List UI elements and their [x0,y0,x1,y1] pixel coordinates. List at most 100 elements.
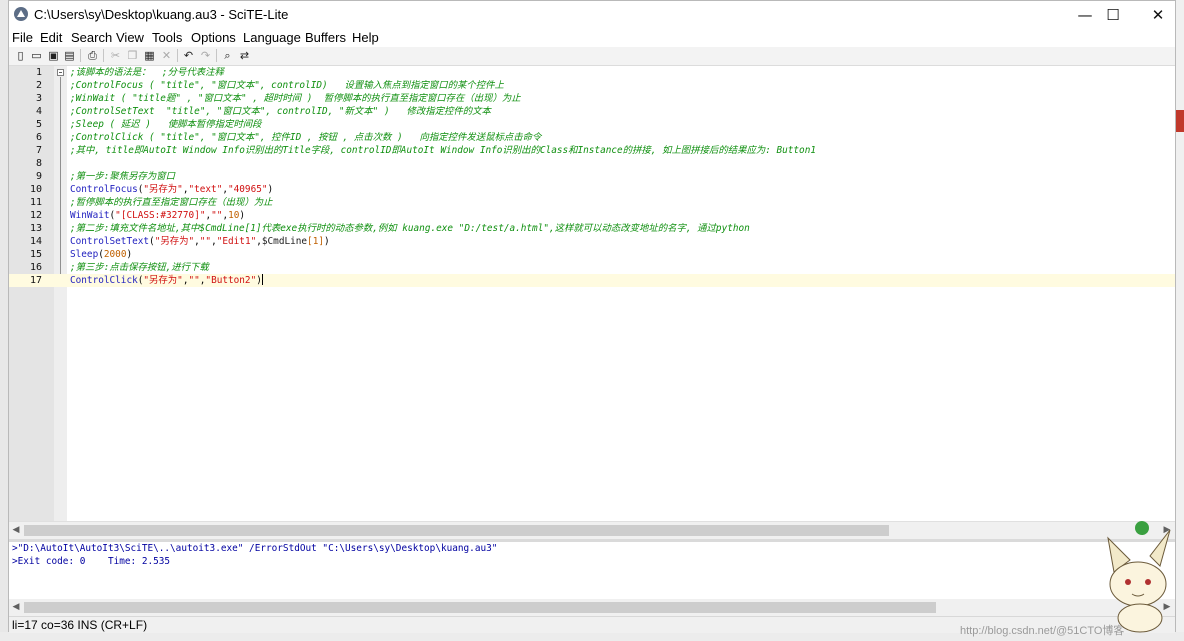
string-literal: "" [199,236,212,247]
output-exit-line: >Exit code: 0 Time: 2.535 [12,556,171,567]
scrollbar-thumb[interactable] [24,525,889,536]
paren: ) [126,249,133,260]
code-comment: ;第二步:填充文件名地址,其中$CmdLine[1]代表exe执行时的动态参数,… [70,223,750,234]
line-number: 8 [35,158,42,169]
line-number: 3 [35,93,42,104]
current-code-line: 17 ControlClick("另存为","","Button2") [9,274,1175,287]
array-index: [1] [307,236,324,247]
code-editor[interactable]: 1 ;该脚本的语法是： ;分号代表注释 2 ;ControlFocus ( "t… [9,66,1175,521]
code-line: 13 ;第二步:填充文件名地址,其中$CmdLine[1]代表exe执行时的动态… [9,222,1175,235]
toolbar-separator [80,49,81,62]
code-comment: ;ControlFocus ( "title", "窗口文本", control… [70,80,504,91]
open-folder-icon[interactable]: ▭ [29,48,44,63]
code-line: 9 ;第一步:聚焦另存为窗口 [9,170,1175,183]
paren: ) [267,184,274,195]
delete-icon[interactable]: ✕ [159,48,174,63]
editor-horizontal-scrollbar[interactable]: ◀ ▶ [9,521,1175,539]
undo-icon[interactable]: ↶ [181,48,196,63]
code-line: 16 ;第三步:点击保存按钮,进行下载 [9,261,1175,274]
line-number: 10 [29,184,42,195]
menu-view[interactable]: View [116,30,144,45]
menu-tools[interactable]: Tools [152,30,182,45]
close-button[interactable]: ✕ [1135,1,1181,29]
maximize-button[interactable]: ☐ [1090,1,1136,29]
redo-icon[interactable]: ↷ [198,48,213,63]
menu-edit[interactable]: Edit [40,30,62,45]
line-number: 11 [29,197,42,208]
title-bar[interactable]: C:\Users\sy\Desktop\kuang.au3 - SciTE-Li… [9,1,1175,29]
string-literal: "另存为" [143,275,183,286]
function-name: Sleep [70,249,99,260]
save-icon[interactable]: ▣ [46,48,61,63]
string-literal: "Edit1" [216,236,257,247]
code-line: 6 ;ControlClick ( "title", "窗口文本", 控件ID … [9,131,1175,144]
scrollbar-thumb[interactable] [24,602,936,613]
save-as-icon[interactable]: ▤ [62,48,77,63]
code-comment: ;该脚本的语法是： ;分号代表注释 [70,67,224,78]
code-statement: ControlSetText("另存为","","Edit1",$CmdLine… [70,235,330,248]
menu-buffers[interactable]: Buffers [305,30,346,45]
paren: ) [323,236,330,247]
output-horizontal-scrollbar[interactable]: ◀ ▶ [9,599,1175,616]
cat-mascot-image [1107,521,1171,633]
menu-help[interactable]: Help [352,30,379,45]
output-pane[interactable]: >"D:\AutoIt\AutoIt3\SciTE\..\autoit3.exe… [9,542,1175,599]
function-name: ControlClick [70,275,138,286]
menu-options[interactable]: Options [191,30,236,45]
code-line: 8 [9,157,1175,170]
line-number: 5 [35,119,42,130]
scite-window: C:\Users\sy\Desktop\kuang.au3 - SciTE-Li… [8,0,1176,633]
window-title: C:\Users\sy\Desktop\kuang.au3 - SciTE-Li… [34,7,289,22]
cut-icon[interactable]: ✂ [108,48,123,63]
code-statement: Sleep(2000) [70,248,132,261]
code-line: 10 ControlFocus("另存为","text","40965") [9,183,1175,196]
function-name: ControlSetText [70,236,150,247]
string-literal: "" [188,275,200,286]
code-line: 12 WinWait("[CLASS:#32770]","",10) [9,209,1175,222]
paste-icon[interactable]: ▦ [142,48,157,63]
copy-icon[interactable]: ❐ [125,48,140,63]
replace-icon[interactable]: ⇄ [237,48,252,63]
code-line: 7 ;其中, title即AutoIt Window Info识别出的Title… [9,144,1175,157]
number-literal: 2000 [103,249,127,260]
code-comment: ;其中, title即AutoIt Window Info识别出的Title字段… [70,145,816,156]
code-statement: ControlClick("另存为","","Button2") [70,274,263,287]
line-number: 13 [29,223,42,234]
print-icon[interactable]: ⎙ [85,48,100,63]
string-literal: "Button2" [205,275,257,286]
string-literal: "40965" [228,184,268,195]
code-comment: ;Sleep ( 延迟 ) 使脚本暂停指定时间段 [70,119,262,130]
toolbar-separator [177,49,178,62]
string-literal: "另存为" [154,236,195,247]
code-line: 4 ;ControlSetText "title", "窗口文本", contr… [9,105,1175,118]
code-comment: ;ControlClick ( "title", "窗口文本", 控件ID , … [70,132,542,143]
function-name: WinWait [70,210,110,221]
output-command-line: >"D:\AutoIt\AutoIt3\SciTE\..\autoit3.exe… [12,543,498,554]
menu-file[interactable]: File [12,30,33,45]
scroll-left-icon[interactable]: ◀ [9,599,23,616]
text-caret [261,274,263,285]
menu-search[interactable]: Search [71,30,112,45]
line-number: 6 [35,132,42,143]
new-file-icon[interactable]: ▯ [13,48,28,63]
code-line: 5 ;Sleep ( 延迟 ) 使脚本暂停指定时间段 [9,118,1175,131]
line-number: 15 [29,249,42,260]
toolbar: ▯ ▭ ▣ ▤ ⎙ ✂ ❐ ▦ ✕ ↶ ↷ ⌕ ⇄ [9,47,1175,66]
background-window-left [0,0,8,641]
code-comment: ;暂停脚本的执行直至指定窗口存在（出现）为止 [70,197,273,208]
string-literal: "另存为" [143,184,183,195]
toolbar-separator [216,49,217,62]
line-number: 4 [35,106,42,117]
line-number: 17 [29,275,42,286]
line-number: 2 [35,80,42,91]
background-red-tab [1176,110,1184,132]
code-comment: ;第三步:点击保存按钮,进行下载 [70,262,209,273]
line-number: 1 [35,67,42,78]
status-text: li=17 co=36 INS (CR+LF) [12,618,148,632]
find-icon[interactable]: ⌕ [220,48,235,63]
code-statement: WinWait("[CLASS:#32770]","",10) [70,209,245,222]
scroll-left-icon[interactable]: ◀ [9,522,23,539]
code-line: 14 ControlSetText("另存为","","Edit1",$CmdL… [9,235,1175,248]
menu-language[interactable]: Language [243,30,301,45]
code-comment: ;第一步:聚焦另存为窗口 [70,171,176,182]
